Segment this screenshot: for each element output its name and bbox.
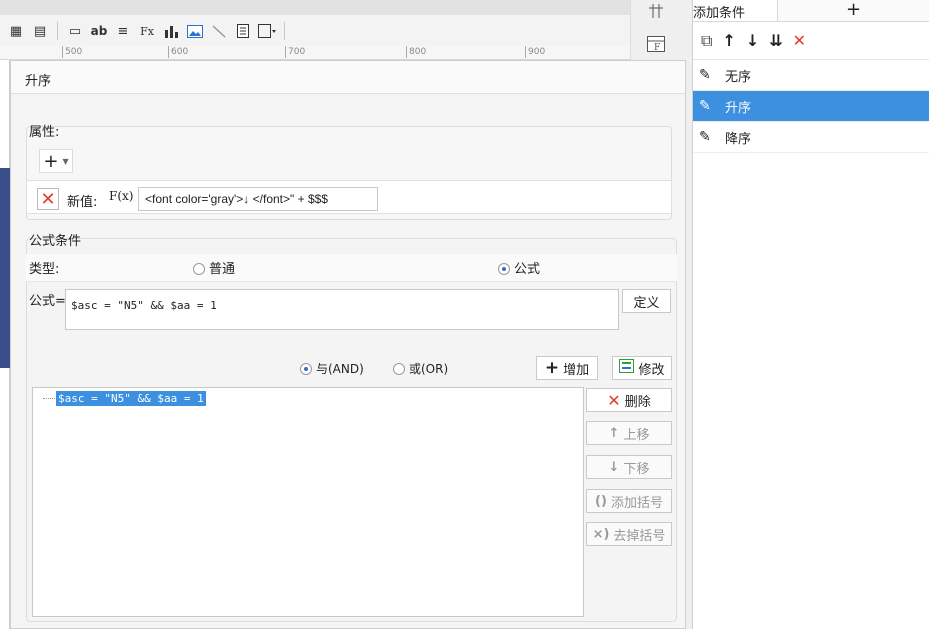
radio-icon bbox=[393, 363, 405, 375]
move-down-icon[interactable]: ↓ bbox=[746, 31, 759, 50]
move-up-button[interactable]: ↑ 上移 bbox=[586, 421, 672, 445]
ruler-tick: 600 bbox=[168, 46, 188, 58]
bar-chart-icon[interactable] bbox=[161, 21, 181, 41]
line-icon[interactable] bbox=[209, 21, 229, 41]
radio-checked-icon bbox=[498, 263, 510, 275]
arrow-down-icon: ↓ bbox=[608, 459, 620, 475]
formula-icon[interactable]: Fx bbox=[137, 21, 157, 41]
delete-icon: ✕ bbox=[40, 188, 56, 210]
delete-property-button[interactable]: ✕ bbox=[37, 188, 59, 210]
tree-connector bbox=[43, 398, 55, 399]
ruler-tick: 900 bbox=[525, 46, 545, 58]
delete-icon[interactable]: ✕ bbox=[793, 31, 806, 50]
radio-normal-label: 普通 bbox=[209, 262, 236, 277]
panel-toolbar: ⧉ ↑ ↓ ⇊ ✕ bbox=[693, 22, 929, 60]
dropdown-arrow-icon: ▼ bbox=[62, 156, 69, 166]
grid-icon[interactable]: ▦ bbox=[6, 21, 26, 41]
radio-and-label: 与(AND) bbox=[316, 362, 364, 376]
modify-condition-button[interactable]: 修改 bbox=[612, 356, 672, 380]
move-bottom-icon[interactable]: ⇊ bbox=[769, 31, 782, 50]
remove-parentheses-icon: ⨯) bbox=[592, 526, 610, 542]
radio-checked-icon bbox=[300, 363, 312, 375]
condition-item-descending[interactable]: ✎ 降序 bbox=[693, 122, 929, 153]
border-icon[interactable] bbox=[257, 21, 277, 41]
radio-formula-label: 公式 bbox=[514, 262, 541, 277]
pencil-icon: ✎ bbox=[699, 67, 711, 83]
remove-paren-label: 去掉括号 bbox=[613, 528, 666, 544]
move-up-label: 上移 bbox=[623, 427, 650, 443]
main-toolbar: ▦ ▤ ▭ ab ≡ Fx bbox=[0, 0, 630, 46]
properties-label: 属性: bbox=[29, 125, 60, 140]
condition-item-ascending[interactable]: ✎ 升序 bbox=[693, 91, 929, 122]
image-icon[interactable] bbox=[185, 21, 205, 41]
add-property-button[interactable]: + ▼ bbox=[39, 149, 73, 173]
condition-item-label: 无序 bbox=[725, 69, 752, 85]
ruler-tick: 800 bbox=[406, 46, 426, 58]
formula-cell-icon[interactable]: F bbox=[643, 33, 669, 55]
condition-item-unordered[interactable]: ✎ 无序 bbox=[693, 60, 929, 91]
layout-icon[interactable] bbox=[643, 0, 669, 22]
add-paren-button[interactable]: () 添加括号 bbox=[586, 489, 672, 513]
new-value-label: 新值: bbox=[67, 195, 98, 210]
svg-text:F: F bbox=[654, 43, 660, 52]
copy-icon[interactable]: ⧉ bbox=[701, 31, 712, 51]
add-condition-button[interactable]: + bbox=[777, 0, 929, 21]
radio-icon bbox=[193, 263, 205, 275]
delete-icon: ✕ bbox=[607, 390, 621, 410]
add-paren-label: 添加括号 bbox=[610, 495, 663, 511]
condition-item-label: 降序 bbox=[725, 131, 752, 147]
define-button[interactable]: 定义 bbox=[622, 289, 671, 313]
condition-item-label: 升序 bbox=[725, 100, 752, 116]
modify-button-label: 修改 bbox=[638, 362, 665, 378]
move-down-label: 下移 bbox=[623, 461, 650, 477]
radio-or-label: 或(OR) bbox=[409, 362, 449, 376]
radio-or[interactable]: 或(OR) bbox=[393, 360, 448, 377]
fx-button[interactable]: F(x) bbox=[109, 189, 133, 203]
condition-list[interactable]: $asc = "N5" && $aa = 1 bbox=[32, 387, 584, 617]
radio-normal[interactable]: 普通 bbox=[193, 258, 235, 277]
arrow-up-icon: ↑ bbox=[608, 425, 620, 441]
panel-title: 添加条件 bbox=[693, 6, 746, 21]
move-down-button[interactable]: ↓ 下移 bbox=[586, 455, 672, 479]
radio-and[interactable]: 与(AND) bbox=[300, 360, 364, 377]
pencil-icon: ✎ bbox=[699, 129, 711, 145]
plus-icon: + bbox=[544, 358, 560, 378]
edit-icon bbox=[619, 359, 635, 377]
parentheses-icon: () bbox=[595, 493, 607, 509]
table-icon[interactable]: ▤ bbox=[30, 21, 50, 41]
textfield-icon[interactable]: ▭ bbox=[65, 21, 85, 41]
delete-condition-button[interactable]: ✕ 删除 bbox=[586, 388, 672, 412]
ruler-tick: 500 bbox=[62, 46, 82, 58]
formula-input[interactable]: $asc = "N5" && $aa = 1 bbox=[65, 289, 619, 330]
pencil-icon: ✎ bbox=[699, 98, 711, 114]
formula-condition-label: 公式条件 bbox=[29, 234, 82, 249]
new-value-input[interactable]: <font color='gray'>↓ </font>" + $$$ bbox=[138, 187, 378, 211]
condition-list-item[interactable]: $asc = "N5" && $aa = 1 bbox=[56, 391, 206, 406]
add-button-label: 增加 bbox=[563, 362, 590, 378]
document-icon[interactable] bbox=[233, 21, 253, 41]
dialog-title: 升序 bbox=[11, 61, 685, 94]
text-ab-icon[interactable]: ab bbox=[89, 21, 109, 41]
ruler-tick: 700 bbox=[285, 46, 305, 58]
background-selection bbox=[0, 168, 10, 368]
radio-formula[interactable]: 公式 bbox=[498, 258, 540, 277]
condition-panel: 添加条件 + ⧉ ↑ ↓ ⇊ ✕ ✎ 无序 ✎ 升序 ✎ 降序 bbox=[692, 0, 929, 629]
remove-paren-button[interactable]: ⨯) 去掉括号 bbox=[586, 522, 672, 546]
delete-button-label: 删除 bbox=[624, 394, 651, 410]
condition-dialog: 升序 属性: + ▼ ✕ 新值: F(x) <font color='gray'>… bbox=[10, 60, 686, 629]
ruler: 500 600 700 800 900 bbox=[0, 46, 630, 60]
type-label: 类型: bbox=[29, 262, 60, 277]
type-row bbox=[26, 254, 677, 282]
align-icon[interactable]: ≡ bbox=[113, 21, 133, 41]
formula-label: 公式= bbox=[29, 294, 66, 309]
plus-icon: + bbox=[43, 150, 59, 172]
toolbar-top-strip bbox=[0, 0, 630, 15]
move-up-icon[interactable]: ↑ bbox=[722, 31, 735, 50]
add-condition-button[interactable]: + 增加 bbox=[536, 356, 598, 380]
